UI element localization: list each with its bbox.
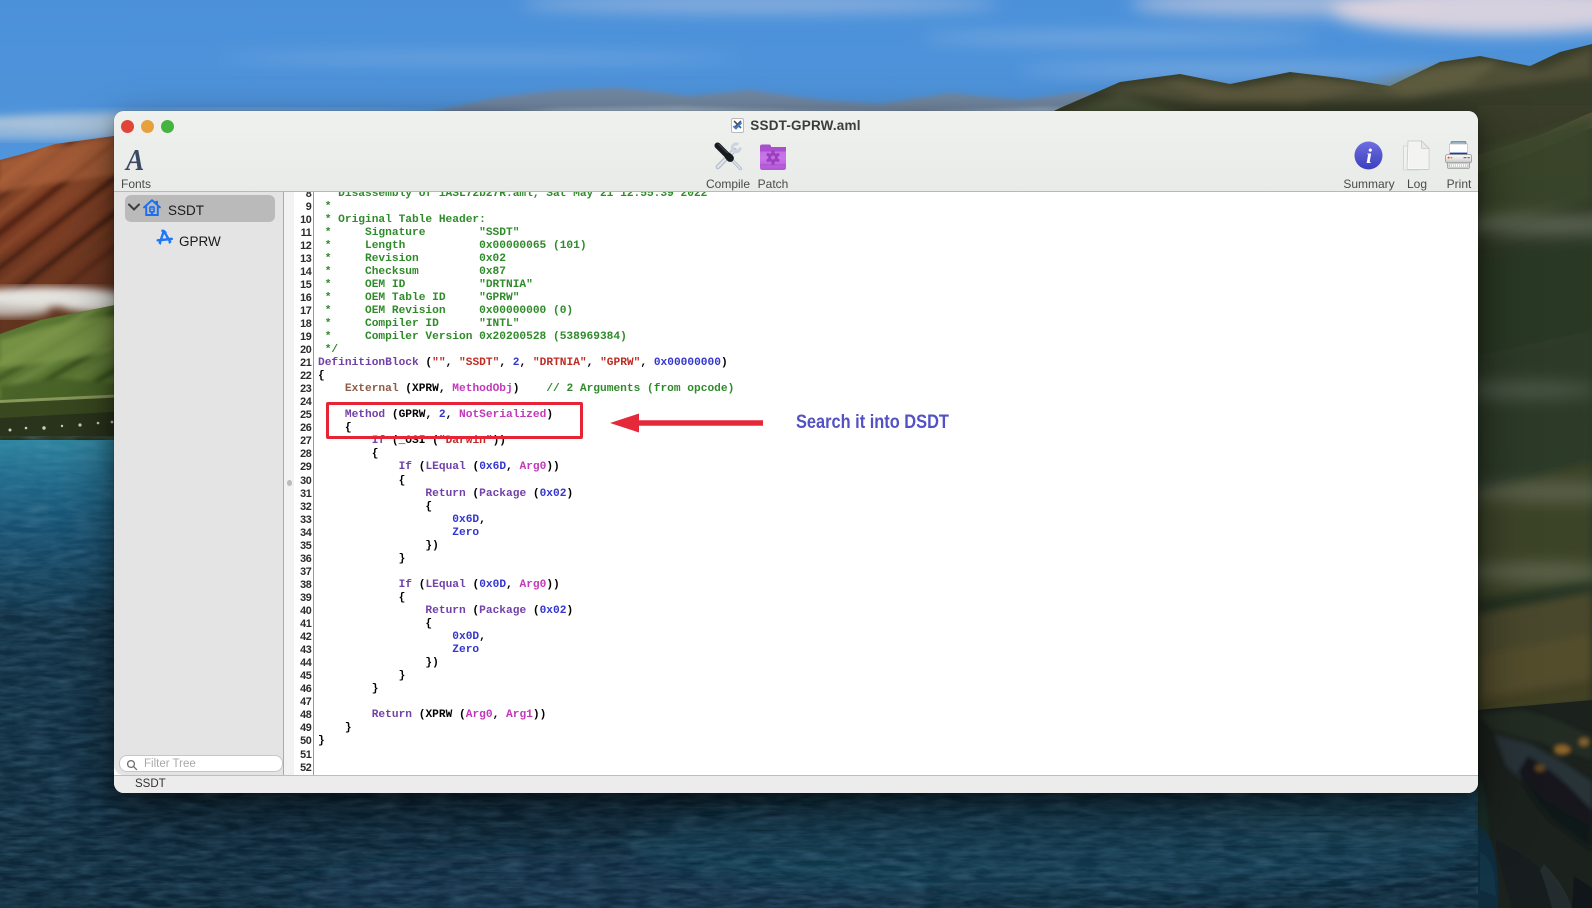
svg-text:i: i: [1366, 144, 1372, 168]
